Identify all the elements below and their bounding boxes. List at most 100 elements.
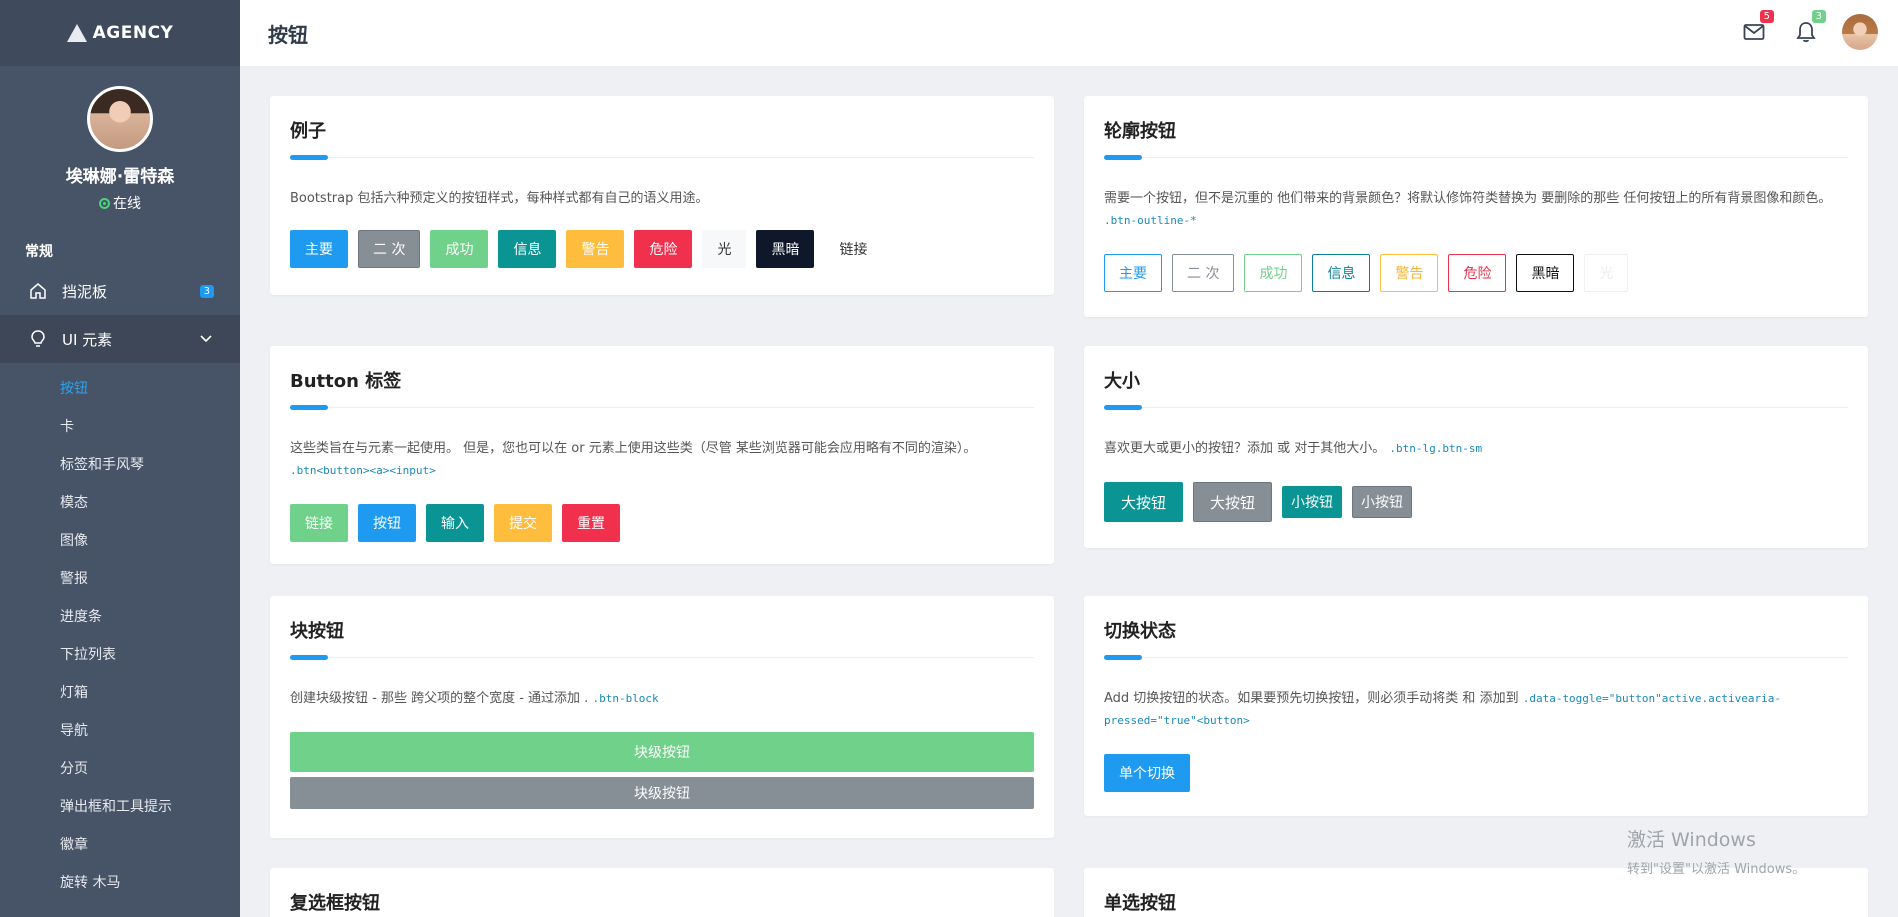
large-primary-button[interactable]: 大按钮 [1104, 482, 1184, 522]
button-tag-button[interactable]: 按钮 [358, 504, 416, 542]
submenu-item[interactable]: 徽章 [0, 825, 240, 863]
code-snippet: .btn-block [592, 692, 659, 705]
link-button[interactable]: 链接 [824, 230, 882, 268]
watermark-line1: 激活 Windows [1627, 829, 1756, 851]
card-description: 这些类旨在与元素一起使用。 但是，您也可以在 or 元素上使用这些类（尽管 某些… [290, 438, 1034, 482]
sidebar-item-dashboard[interactable]: 挡泥板 3 [0, 267, 240, 315]
chevron-down-icon[interactable] [200, 332, 212, 346]
submenu-item[interactable]: 进度条 [0, 597, 240, 635]
card-title: 切换状态 [1104, 621, 1176, 642]
card-description: Bootstrap 包括六种预定义的按钮样式，每种样式都有自己的语义用途。 [290, 191, 709, 206]
description-text: 需要一个按钮，但不是沉重的 他们带来的背景颜色？将默认修饰符类替换为 要删除的那… [1104, 191, 1832, 206]
page-title: 按钮 [268, 22, 308, 47]
examples-card: 例子 Bootstrap 包括六种预定义的按钮样式，每种样式都有自己的语义用途。… [270, 96, 1054, 295]
submenu-item[interactable]: 卡 [0, 407, 240, 445]
submenu: 按钮 卡 标签和手风琴 模态 图像 警报 进度条 下拉列表 灯箱 导航 分页 弹… [0, 369, 240, 901]
secondary-button[interactable]: 二 次 [358, 230, 421, 268]
reset-button[interactable]: 重置 [562, 504, 620, 542]
block-buttons-card: 块按钮 创建块级按钮 - 那些 跨父项的整个宽度 - 通过添加 . .btn-b… [270, 596, 1054, 838]
card-description: Add 切换按钮的状态。如果要预先切换按钮，则必须手动将类 和 添加到 .dat… [1104, 688, 1848, 732]
single-toggle-button[interactable]: 单个切换 [1104, 754, 1190, 792]
submenu-item[interactable]: 图像 [0, 521, 240, 559]
submenu-item[interactable]: 弹出框和工具提示 [0, 787, 240, 825]
danger-button[interactable]: 危险 [634, 230, 693, 268]
link-tag-button[interactable]: 链接 [290, 504, 348, 542]
profile-name: 埃琳娜·雷特森 [65, 167, 175, 187]
submenu-item[interactable]: 分页 [0, 749, 240, 787]
small-secondary-button[interactable]: 小按钮 [1352, 486, 1413, 518]
outline-secondary-button[interactable]: 二 次 [1172, 254, 1235, 292]
submenu-item[interactable]: 导航 [0, 711, 240, 749]
outline-info-button[interactable]: 信息 [1312, 254, 1371, 292]
button-row: 主要 二 次 成功 信息 警告 危险 黑暗 光 [1104, 254, 1848, 292]
online-status-icon [99, 197, 110, 209]
title-divider [1104, 655, 1848, 660]
watermark-line2: 转到"设置"以激活 Windows。 [1627, 862, 1806, 877]
card-title: 单选按钮 [1104, 893, 1176, 914]
button-row: 大按钮 大按钮 小按钮 小按钮 [1104, 482, 1848, 522]
submenu-item[interactable]: 下拉列表 [0, 635, 240, 673]
brand-logo[interactable]: AGENCY [0, 0, 240, 66]
toggle-state-card: 切换状态 Add 切换按钮的状态。如果要预先切换按钮，则必须手动将类 和 添加到… [1084, 596, 1868, 816]
outline-success-button[interactable]: 成功 [1244, 254, 1303, 292]
submenu-item[interactable]: 旋转 木马 [0, 863, 240, 901]
lightbulb-icon [28, 329, 48, 349]
nav-section-label: 常规 [25, 244, 53, 260]
outline-warning-button[interactable]: 警告 [1380, 254, 1439, 292]
button-row: 链接 按钮 输入 提交 重置 [290, 504, 1034, 542]
description-text: Add 切换按钮的状态。如果要预先切换按钮，则必须手动将类 和 添加到 [1104, 691, 1523, 706]
block-success-button[interactable]: 块级按钮 [290, 732, 1034, 772]
card-title: Button 标签 [290, 371, 402, 392]
submenu-item[interactable]: 模态 [0, 483, 240, 521]
card-description: 创建块级按钮 - 那些 跨父项的整个宽度 - 通过添加 . .btn-block [290, 688, 1034, 710]
code-snippet: .btn<button><a><input> [290, 464, 436, 477]
title-divider [1104, 155, 1848, 160]
success-button[interactable]: 成功 [430, 230, 489, 268]
agency-logo-icon [66, 24, 87, 42]
outline-buttons-card: 轮廓按钮 需要一个按钮，但不是沉重的 他们带来的背景颜色？将默认修饰符类替换为 … [1084, 96, 1868, 317]
profile-status-label: 在线 [113, 196, 141, 212]
code-snippet: .btn-outline-* [1104, 214, 1197, 227]
windows-activation-watermark: 激活 Windows 转到"设置"以激活 Windows。 [1627, 825, 1805, 877]
profile-status: 在线 [0, 193, 240, 213]
title-divider [290, 405, 1034, 410]
submenu-item[interactable]: 按钮 [0, 369, 240, 407]
card-title: 例子 [290, 121, 326, 142]
outline-light-button[interactable]: 光 [1584, 254, 1629, 292]
submenu-item[interactable]: 灯箱 [0, 673, 240, 711]
mail-icon [1743, 23, 1765, 45]
submenu-item[interactable]: 标签和手风琴 [0, 445, 240, 483]
sidebar: AGENCY 埃琳娜·雷特森 在线 常规 挡泥板 3 UI 元素 按钮 卡 标签… [0, 0, 240, 917]
input-tag-button[interactable]: 输入 [426, 504, 484, 542]
user-profile: 埃琳娜·雷特森 在线 [0, 66, 240, 213]
notifications-button[interactable]: 3 [1792, 10, 1826, 48]
sidebar-item-ui-elements[interactable]: UI 元素 [0, 315, 240, 363]
block-secondary-button[interactable]: 块级按钮 [290, 777, 1034, 809]
profile-avatar[interactable] [87, 86, 153, 152]
warning-button[interactable]: 警告 [566, 230, 625, 268]
title-divider [290, 155, 1034, 160]
mail-button[interactable]: 5 [1740, 10, 1774, 48]
info-button[interactable]: 信息 [498, 230, 557, 268]
home-icon [28, 281, 48, 301]
submenu-item[interactable]: 警报 [0, 559, 240, 597]
outline-primary-button[interactable]: 主要 [1104, 254, 1162, 292]
card-title: 块按钮 [290, 621, 344, 642]
card-title: 复选框按钮 [290, 893, 380, 914]
title-divider [290, 655, 1034, 660]
primary-button[interactable]: 主要 [290, 230, 348, 268]
light-button[interactable]: 光 [702, 230, 747, 268]
large-secondary-button[interactable]: 大按钮 [1193, 482, 1273, 522]
small-primary-button[interactable]: 小按钮 [1282, 486, 1343, 518]
outline-dark-button[interactable]: 黑暗 [1516, 254, 1575, 292]
top-header: 按钮 5 3 [240, 0, 1898, 66]
sidebar-item-label: UI 元素 [62, 330, 113, 349]
outline-danger-button[interactable]: 危险 [1448, 254, 1507, 292]
dashboard-badge: 3 [199, 284, 214, 298]
card-description: 喜欢更大或更小的按钮？添加 或 对于其他大小。 .btn-lg.btn-sm [1104, 438, 1848, 460]
user-avatar[interactable] [1842, 14, 1878, 50]
brand-name: AGENCY [92, 23, 174, 43]
button-row: 主要 二 次 成功 信息 警告 危险 光 黑暗 链接 [290, 230, 1034, 268]
submit-button[interactable]: 提交 [494, 504, 552, 542]
dark-button[interactable]: 黑暗 [756, 230, 815, 268]
